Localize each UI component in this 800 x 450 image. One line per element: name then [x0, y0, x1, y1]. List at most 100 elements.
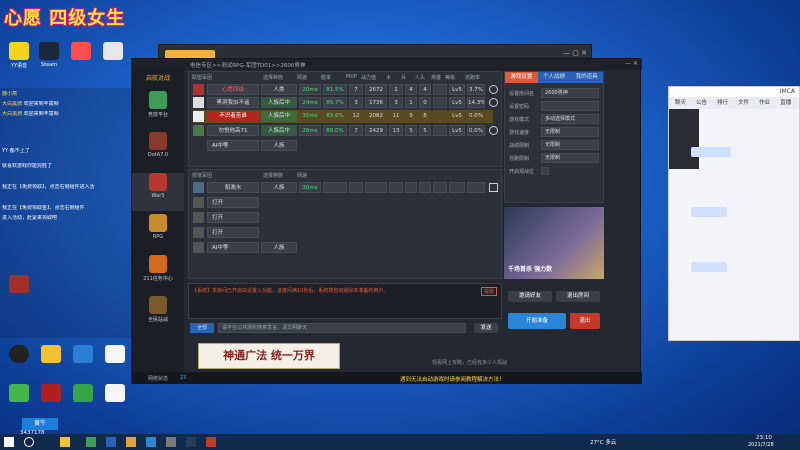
speed-select[interactable]: 无限制 [541, 127, 599, 137]
player-power: 2082 [369, 113, 383, 119]
search-icon[interactable] [24, 437, 34, 447]
window-controls[interactable]: — ▢ ✕ [563, 49, 587, 57]
send-button[interactable]: 发送 [474, 323, 498, 333]
avatar [193, 197, 204, 208]
record-limit-select[interactable]: 无限制 [541, 140, 599, 150]
escape-limit-select[interactable]: 无限制 [541, 153, 599, 163]
sidebar-item-platform[interactable]: 竞技平台 [132, 91, 184, 129]
chat-app-sidebar [669, 109, 699, 169]
desktop-icon[interactable] [68, 345, 98, 365]
sidebar-item-dota[interactable]: DotA7.0 [132, 132, 184, 170]
desktop-icon[interactable] [36, 345, 66, 365]
desktop-icon[interactable] [4, 384, 34, 404]
tab-file[interactable]: 文件 [738, 97, 749, 109]
slot-select[interactable]: 打开 [207, 227, 259, 238]
desktop-icon[interactable] [66, 42, 96, 62]
slot-select[interactable]: AI中等 [207, 140, 259, 151]
taskbar-app-icon[interactable] [86, 437, 96, 447]
player-row[interactable]: 黑洞我似不遥 人族后中 24ms 85.7% 3 1736 3 1 0 Lv5 … [193, 97, 498, 108]
sidebar-item-battle[interactable]: 全民站战 [132, 296, 184, 334]
clock-date[interactable]: 2021/7/28 [748, 442, 774, 448]
chat-bubble-icon[interactable] [489, 98, 498, 107]
player-escape: 0.0% [469, 113, 483, 119]
open-slot-row[interactable]: 打开 [193, 197, 493, 208]
player-race[interactable]: 人族后中 [261, 97, 297, 108]
promo-banner[interactable]: 神通广法 统一万界 [198, 343, 340, 369]
sidebar-item-rpg[interactable]: RPG [132, 214, 184, 252]
chat-app-tabs: 聊天 公告 排行 文件 作业 直播 [669, 97, 799, 109]
player-row-self[interactable]: 不识者苦谁 人族后中 35ms 89.6% 12 2082 11 9 8 Lv5… [193, 110, 493, 123]
player-row[interactable]: 和漁水 人族 30ms [193, 182, 498, 193]
password-input[interactable] [541, 101, 599, 111]
desktop-icon[interactable] [98, 42, 128, 62]
player-race[interactable]: 人族 [261, 242, 297, 253]
avatar [193, 182, 204, 193]
desktop-icon[interactable]: Steam [34, 42, 64, 68]
explorer-icon[interactable] [60, 437, 70, 447]
chat-bubble-icon[interactable] [489, 85, 498, 94]
player-race[interactable]: 人族 [261, 140, 297, 151]
empty-cell [349, 182, 363, 193]
tab-rank[interactable]: 排行 [717, 97, 728, 109]
taskbar-app-icon[interactable] [146, 437, 156, 447]
ready-button[interactable]: 开始准备 [508, 313, 566, 329]
exit-room-button[interactable]: 退出房间 [556, 291, 600, 302]
player-race[interactable]: 人类 [261, 84, 297, 95]
player-race[interactable]: 人族后中 [261, 125, 297, 136]
window-controls[interactable]: — ✕ [625, 60, 638, 67]
ai-slot-row[interactable]: AI中等 人族 [193, 242, 493, 253]
invite-friends-button[interactable]: 邀请好友 [508, 291, 552, 302]
taskbar-app-icon[interactable] [166, 437, 176, 447]
taskbar-app-icon[interactable] [186, 437, 196, 447]
desktop-icon[interactable] [68, 384, 98, 404]
tab-homework[interactable]: 作业 [759, 97, 770, 109]
chat-input[interactable]: 请不在公共场所随意发言，请文明聊天 [218, 323, 466, 333]
taskbar-app-icon[interactable] [206, 437, 216, 447]
player-army: 5 [405, 125, 417, 136]
desktop-icon[interactable] [36, 384, 66, 404]
player-race[interactable]: 人族 [261, 182, 297, 193]
player-row[interactable]: 勿悦他高71 人族后中 26ms 80.0% 7 2429 13 5 5 Lv5… [193, 125, 498, 136]
ai-slot-row[interactable]: AI中等 人族 [193, 140, 493, 151]
mode-select[interactable]: 多动选择模式 [541, 114, 599, 124]
clock-time[interactable]: 23:10 [756, 435, 772, 441]
setting-label: 设置房间名 [509, 91, 535, 97]
weather-widget[interactable]: 27°C 多云 [590, 438, 616, 446]
slot-select[interactable]: 打开 [207, 212, 259, 223]
tab-game-settings[interactable]: 游戏设置 [505, 72, 538, 83]
spectator-checkbox[interactable] [541, 167, 549, 175]
setting-label: 开启观战位 [509, 169, 535, 175]
sidebar-item-task[interactable]: 211任务中心 [132, 255, 184, 293]
open-slot-row[interactable]: 打开 [193, 227, 493, 238]
player-row[interactable]: 心愿四级 人类 20ms 81.5% 7 2672 1 4 4 Lv5 3.7% [193, 84, 498, 95]
tab-live[interactable]: 直播 [780, 97, 791, 109]
player-army: 1 [405, 97, 417, 108]
room-name-input[interactable]: 2600男神 [541, 88, 599, 98]
slot-select[interactable]: AI中等 [207, 242, 259, 253]
player-name: 心愿四级 [207, 84, 259, 95]
slot-select[interactable]: 打开 [207, 197, 259, 208]
taskbar-app-icon[interactable] [126, 437, 136, 447]
desktop-icon-qq[interactable] [4, 345, 34, 365]
kick-icon[interactable] [489, 183, 498, 192]
tab-my-items[interactable]: 我的道具 [570, 72, 604, 83]
player-race[interactable]: 人族后中 [261, 111, 297, 122]
tab-chat[interactable]: 聊天 [675, 97, 686, 109]
chat-target-select[interactable]: 全部 [190, 323, 214, 333]
col-hero: 英雄 [431, 75, 442, 81]
taskbar-app-icon[interactable] [106, 437, 116, 447]
sidebar-item-war3[interactable]: War3 [132, 173, 184, 211]
tab-notice[interactable]: 公告 [696, 97, 707, 109]
tab-personal-stats[interactable]: 个人战绩 [537, 72, 571, 83]
open-slot-row[interactable]: 打开 [193, 212, 493, 223]
empty-cell [389, 182, 403, 193]
quit-button[interactable]: 退出 [570, 313, 600, 329]
ad-banner[interactable]: 千场首杀 强力数 [504, 207, 604, 279]
start-icon[interactable] [4, 437, 14, 447]
desktop-icon[interactable]: YY语音 [4, 42, 34, 69]
desktop-icon[interactable] [100, 345, 130, 365]
chat-bubble-icon[interactable] [489, 126, 498, 135]
player-wood: 13 [389, 125, 403, 136]
desktop-icon[interactable] [100, 384, 130, 404]
empty-cell [449, 182, 465, 193]
